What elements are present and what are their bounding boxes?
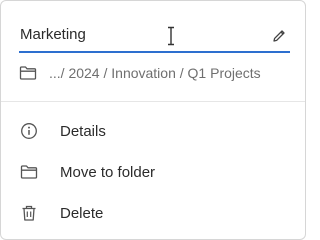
folder-icon (19, 66, 37, 80)
action-menu: Details Move to folder Delete (1, 111, 305, 234)
menu-item-label: Details (60, 123, 106, 140)
breadcrumb-path: .../ 2024 / Innovation / Q1 Projects (49, 65, 261, 81)
text-cursor-icon (168, 26, 174, 46)
menu-item-details[interactable]: Details (1, 111, 305, 152)
trash-icon (22, 205, 36, 221)
folder-path: .../ 2024 / Innovation / Q1 Projects (19, 63, 299, 83)
file-context-panel: .../ 2024 / Innovation / Q1 Projects Det… (0, 0, 306, 240)
pencil-icon[interactable] (271, 28, 287, 44)
info-icon (21, 123, 37, 139)
menu-item-label: Move to folder (60, 164, 156, 181)
menu-item-delete[interactable]: Delete (1, 193, 305, 234)
rename-field[interactable] (19, 23, 290, 53)
menu-item-move-to-folder[interactable]: Move to folder (1, 152, 305, 193)
menu-item-label: Delete (60, 205, 104, 222)
rename-input[interactable] (20, 26, 250, 43)
folder-icon (20, 165, 38, 179)
divider (1, 101, 305, 102)
